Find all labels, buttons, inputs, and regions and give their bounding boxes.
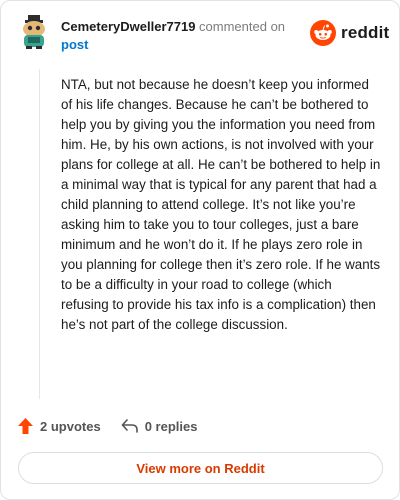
username[interactable]: CemeteryDweller7719 bbox=[61, 19, 195, 34]
view-more-button[interactable]: View more on Reddit bbox=[18, 452, 383, 484]
comment-card: CemeteryDweller7719 commented on post re… bbox=[0, 0, 400, 500]
user-avatar-icon[interactable] bbox=[19, 14, 49, 50]
comment-body: NTA, but not because he doesn’t keep you… bbox=[61, 77, 381, 332]
comment-header: CemeteryDweller7719 commented on post bbox=[61, 18, 301, 54]
upvote-arrow-icon[interactable] bbox=[17, 417, 34, 435]
post-link[interactable]: post bbox=[61, 36, 301, 54]
reply-arrow-icon[interactable] bbox=[121, 418, 139, 434]
commented-on-label: commented on bbox=[199, 19, 286, 34]
upvote-count: 2 upvotes bbox=[40, 418, 101, 434]
reply-count: 0 replies bbox=[144, 418, 198, 434]
thread-line bbox=[39, 69, 40, 399]
upvote-group[interactable]: 2 upvotes bbox=[17, 417, 101, 435]
reddit-logo[interactable]: reddit bbox=[310, 20, 389, 46]
reddit-snoo-icon bbox=[310, 20, 336, 46]
comment-footer: 2 upvotes 0 replies bbox=[17, 417, 197, 435]
replies-group[interactable]: 0 replies bbox=[121, 418, 198, 434]
reddit-wordmark: reddit bbox=[341, 23, 390, 42]
